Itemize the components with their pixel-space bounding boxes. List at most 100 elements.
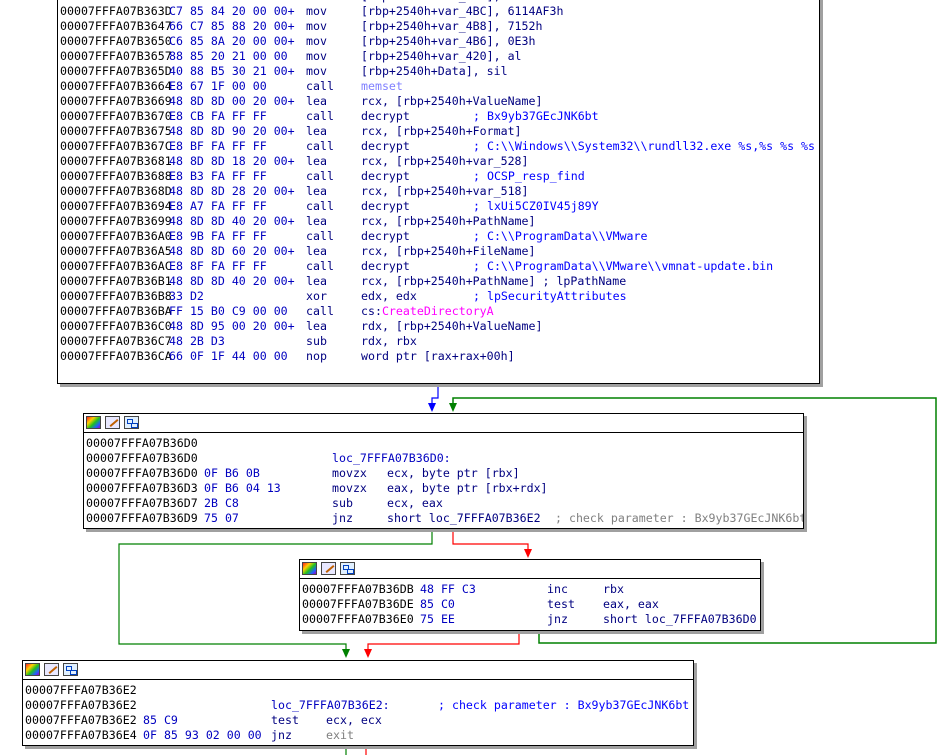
asm-line[interactable]: 00007FFFA07B3664 E8 67 1F 00 00 call memset: [58, 79, 819, 94]
opcode-bytes: E8 B3 FA FF FF: [169, 169, 267, 183]
opcode-bytes: E8 9B FA FF FF: [169, 229, 267, 243]
asm-line[interactable]: 00007FFFA07B36D0: [84, 436, 803, 451]
asm-line[interactable]: 00007FFFA07B3657 88 85 20 21 00 00 mov [rbp…: [58, 49, 819, 64]
asm-line[interactable]: 00007FFFA07B36D7 2B C8 sub ecx, eax: [84, 496, 803, 511]
asm-line[interactable]: 00007FFFA07B3675 48 8D 8D 90 20 00+ lea rcx…: [58, 124, 819, 139]
address: 00007FFFA07B36A5: [60, 244, 172, 258]
asm-line[interactable]: 00007FFFA07B365D 40 88 B5 30 21 00+ mov [rb…: [58, 64, 819, 79]
operands: [rbp+2540h+Data], sil: [361, 64, 508, 78]
asm-line[interactable]: 00007FFFA07B36D0 0F B6 0B movzx ecx, byte p…: [84, 466, 803, 481]
asm-line[interactable]: 00007FFFA07B3699 48 8D 8D 40 20 00+ lea rcx…: [58, 214, 819, 229]
operands: decrypt: [361, 259, 410, 273]
address: 00007FFFA07B3675: [60, 124, 172, 138]
comment: ; lpSecurityAttributes: [473, 289, 627, 303]
asm-line[interactable]: 00007FFFA07B36E0 75 EE jnz short loc_7FFFA0…: [300, 612, 760, 627]
asm-line[interactable]: 00007FFFA07B36AC E8 8F FA FF FF call decryp…: [58, 259, 819, 274]
mnemonic: mov: [306, 34, 327, 48]
asm-line[interactable]: 00007FFFA07B363D C7 85 84 20 00 00+ mov [rb…: [58, 4, 819, 19]
address: 00007FFFA07B36D0: [86, 451, 198, 465]
asm-line[interactable]: 00007FFFA07B36B8 33 D2 xor edx, edx ; lpSecu…: [58, 289, 819, 304]
mnemonic: lea: [306, 214, 327, 228]
code-block-3-lines: 00007FFFA07B36DB 48 FF C3 inc rbx 00007FFFA0…: [300, 579, 760, 627]
address: 00007FFFA07B3657: [60, 49, 172, 63]
color-palette-icon[interactable]: [86, 416, 101, 429]
address: 00007FFFA07B365D: [60, 64, 172, 78]
mnemonic: mov: [306, 64, 327, 78]
asm-line[interactable]: 00007FFFA07B36DE 85 C0 test eax, eax: [300, 597, 760, 612]
asm-line[interactable]: 00007FFFA07B36DB 48 FF C3 inc rbx: [300, 582, 760, 597]
opcode-bytes: 66 0F 1F 44 00 00: [169, 349, 288, 363]
color-palette-icon[interactable]: [302, 562, 317, 575]
comment: ; OCSP_resp_find: [473, 169, 585, 183]
operands: decrypt: [361, 109, 410, 123]
opcode-bytes: 48 8D 8D 18 20 00+: [169, 154, 295, 168]
mnemonic: movzx: [332, 481, 367, 495]
opcode-bytes: 0F B6 0B: [204, 466, 260, 480]
opcode-bytes: E8 67 1F 00 00: [169, 79, 267, 93]
address: 00007FFFA07B36DE: [302, 597, 414, 611]
operands: rbx: [603, 582, 624, 596]
code-block-3[interactable]: 00007FFFA07B36DB 48 FF C3 inc rbx 00007FFFA0…: [299, 559, 761, 631]
asm-line[interactable]: 00007FFFA07B3688 E8 B3 FA FF FF call decryp…: [58, 169, 819, 184]
asm-line[interactable]: 00007FFFA07B36E2 loc_7FFFA07B36E2: ; check…: [23, 698, 693, 713]
code-block-4[interactable]: 00007FFFA07B36E2 00007FFFA07B36E2 loc_7FFF…: [22, 660, 694, 746]
asm-line[interactable]: 00007FFFA07B36D0 loc_7FFFA07B36D0:: [84, 451, 803, 466]
asm-line[interactable]: 00007FFFA07B36BA FF 15 B0 C9 00 00 call cs:…: [58, 304, 819, 319]
color-palette-icon[interactable]: [25, 663, 40, 676]
asm-line[interactable]: 00007FFFA07B367C E8 BF FA FF FF call decryp…: [58, 139, 819, 154]
opcode-bytes: C7 85 84 20 00 00+: [169, 4, 295, 18]
mnemonic: call: [306, 229, 334, 243]
opcode-bytes: E8 BF FA FF FF: [169, 139, 267, 153]
operands: rcx, [rbp+2540h+PathName]: [361, 214, 536, 228]
graph-overview-icon[interactable]: [124, 416, 139, 429]
address: 00007FFFA07B36D3: [86, 481, 198, 495]
code-block-2-lines: 00007FFFA07B36D0 00007FFFA07B36D0 loc_7FFF…: [84, 433, 803, 526]
opcode-bytes: 66 C7 85 88 20 00+: [169, 19, 295, 33]
asm-line[interactable]: 00007FFFA07B36B1 48 8D 8D 40 20 00+ lea rcx…: [58, 274, 819, 289]
asm-line[interactable]: 00007FFFA07B36C7 48 2B D3 sub rdx, rbx: [58, 334, 819, 349]
asm-line[interactable]: 00007FFFA07B3694 E8 A7 FA FF FF call decryp…: [58, 199, 819, 214]
asm-line[interactable]: 00007FFFA07B3681 48 8D 8D 18 20 00+ lea rcx…: [58, 154, 819, 169]
asm-line[interactable]: 00007FFFA07B3647 66 C7 85 88 20 00+ mov [rb…: [58, 19, 819, 34]
address: 00007FFFA07B36D0: [86, 466, 198, 480]
address: 00007FFFA07B3699: [60, 214, 172, 228]
opcode-bytes: C6 85 8A 20 00 00+: [169, 34, 295, 48]
graph-overview-icon[interactable]: [63, 663, 78, 676]
mnemonic: lea: [306, 154, 327, 168]
asm-line[interactable]: 00007FFFA07B36D3 0F B6 04 13 movzx eax, byt…: [84, 481, 803, 496]
asm-line[interactable]: 00007FFFA07B36D9 75 07 jnz short loc_7FFFA0…: [84, 511, 803, 526]
code-block-2[interactable]: 00007FFFA07B36D0 00007FFFA07B36D0 loc_7FFF…: [83, 413, 804, 529]
asm-line[interactable]: 00007FFFA07B36C0 48 8D 95 00 20 00+ lea rdx…: [58, 319, 819, 334]
asm-line[interactable]: 00007FFFA07B36E4 0F 85 93 02 00 00 jnz exit: [23, 728, 693, 743]
asm-line[interactable]: 00007FFFA07B36CA 66 0F 1F 44 00 00 nop word…: [58, 349, 819, 364]
rename-icon[interactable]: [105, 416, 120, 429]
asm-line[interactable]: 00007FFFA07B3669 48 8D 8D 00 20 00+ lea rcx…: [58, 94, 819, 109]
graph-overview-icon[interactable]: [340, 562, 355, 575]
opcode-bytes: 40 88 B5 30 21 00+: [169, 64, 295, 78]
operands: memset: [361, 79, 403, 93]
address: 00007FFFA07B3681: [60, 154, 172, 168]
asm-line[interactable]: 00007FFFA07B36A5 48 8D 8D 60 20 00+ lea rcx…: [58, 244, 819, 259]
address: 00007FFFA07B36CA: [60, 349, 172, 363]
opcode-bytes: 48 8D 8D 00 20 00+: [169, 94, 295, 108]
address: 00007FFFA07B36E0: [302, 612, 414, 626]
asm-line[interactable]: 00007FFFA07B36E2: [23, 683, 693, 698]
rename-icon[interactable]: [321, 562, 336, 575]
comment: ; C:\\ProgramData\\VMware\\vmnat-update.…: [473, 259, 774, 273]
mnemonic: lea: [306, 319, 327, 333]
asm-line[interactable]: 00007FFFA07B36E2 85 C9 test ecx, ecx: [23, 713, 693, 728]
asm-line[interactable]: 00007FFFA07B36A0 E8 9B FA FF FF call decryp…: [58, 229, 819, 244]
mnemonic: lea: [306, 244, 327, 258]
address: 00007FFFA07B3688: [60, 169, 172, 183]
rename-icon[interactable]: [44, 663, 59, 676]
asm-line[interactable]: 00007FFFA07B3650 C6 85 8A 20 00 00+ mov [rb…: [58, 34, 819, 49]
mnemonic: jnz: [271, 728, 292, 742]
opcode-bytes: FF 15 B0 C9 00 00: [169, 304, 288, 318]
operands: decrypt: [361, 199, 410, 213]
address: 00007FFFA07B36C7: [60, 334, 172, 348]
address: 00007FFFA07B36C0: [60, 319, 172, 333]
code-block-1[interactable]: 00007FFFA07B3633C7 85 80 20 00 00+mov[rb…: [57, 0, 820, 384]
opcode-bytes: 48 8D 8D 40 20 00+: [169, 274, 295, 288]
asm-line[interactable]: 00007FFFA07B3670 E8 CB FA FF FF call decryp…: [58, 109, 819, 124]
asm-line[interactable]: 00007FFFA07B368D 48 8D 8D 28 20 00+ lea rcx…: [58, 184, 819, 199]
